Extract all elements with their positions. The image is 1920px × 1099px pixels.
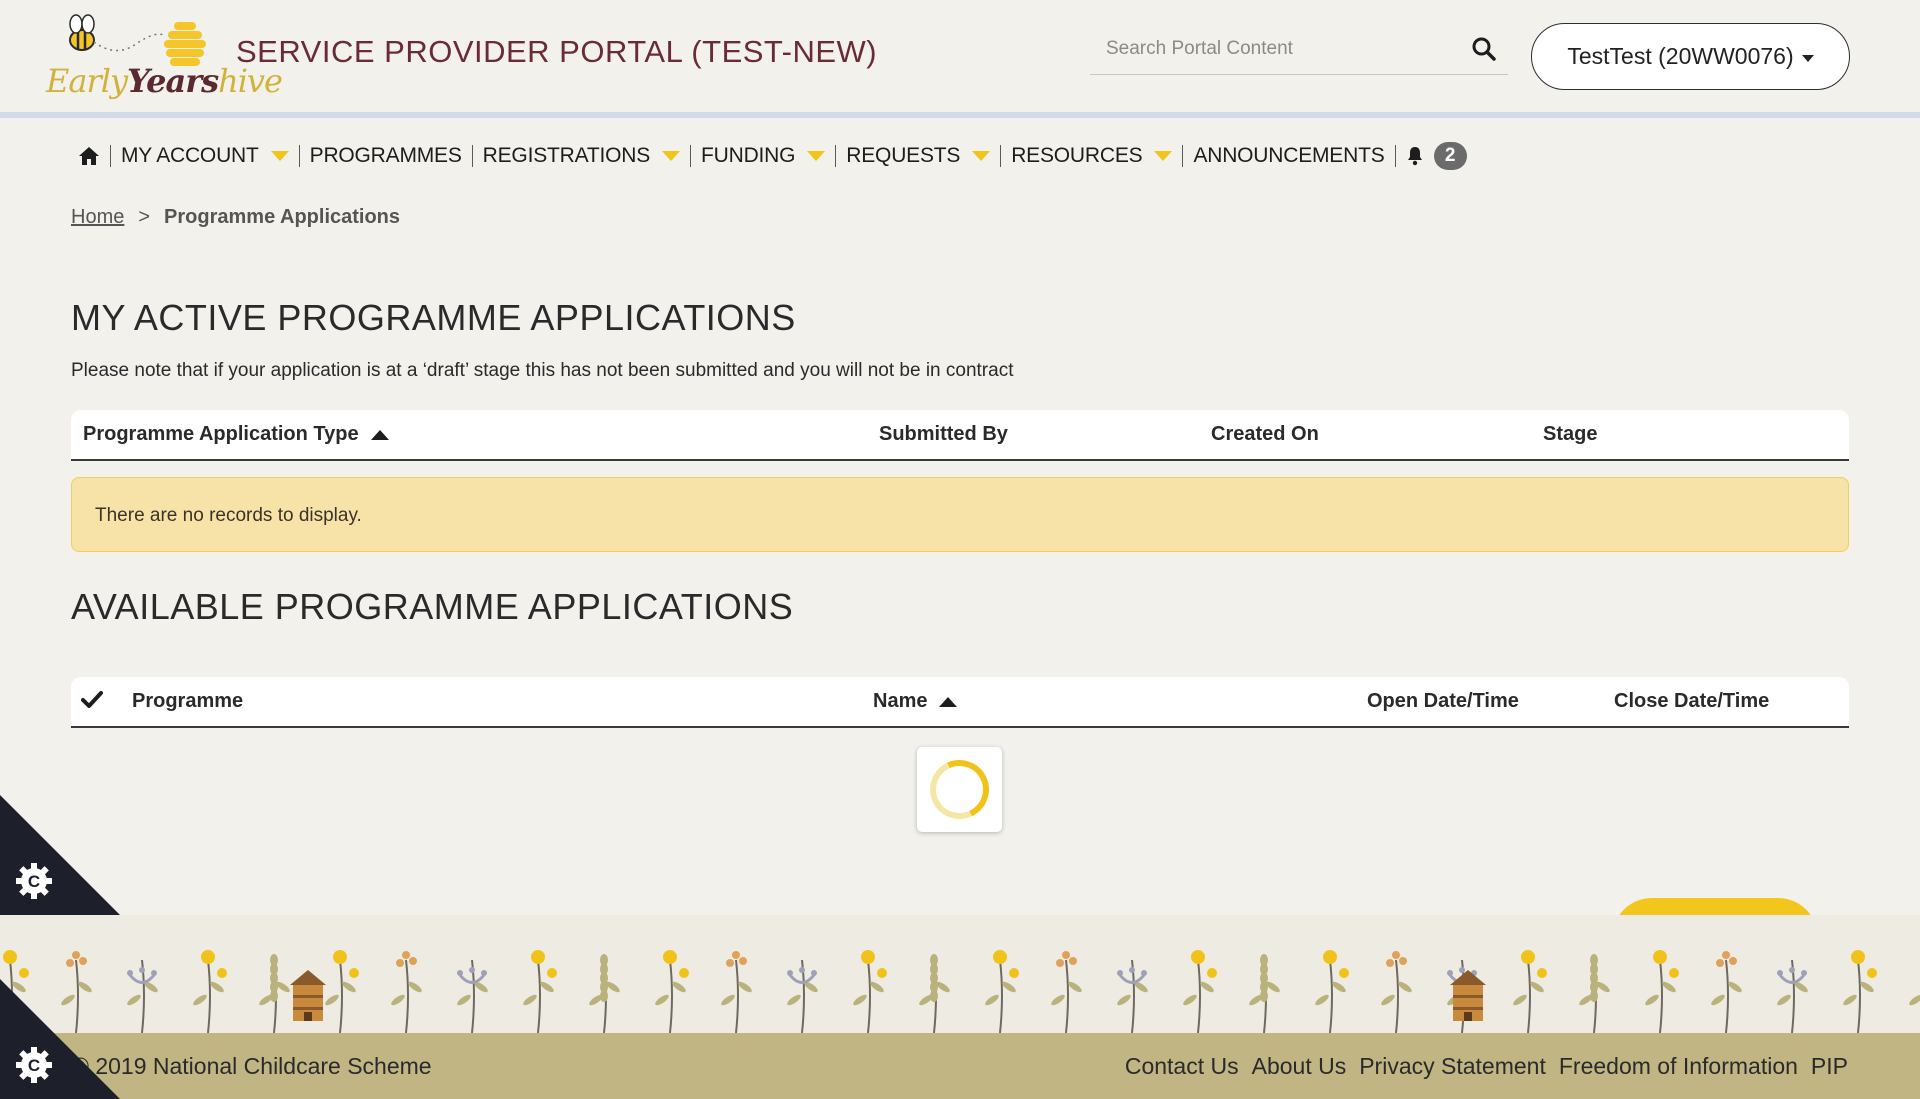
nav-funding[interactable]: FUNDING (691, 144, 835, 168)
column-header-close-date-time[interactable]: Close Date/Time (1614, 690, 1769, 713)
sort-ascending-icon (370, 429, 389, 440)
nav-programmes[interactable]: PROGRAMMES (300, 144, 472, 168)
nav-label: ANNOUNCEMENTS (1193, 144, 1385, 167)
column-header-label: Submitted By (879, 423, 1008, 445)
column-header-open-date-time[interactable]: Open Date/Time (1367, 690, 1519, 713)
column-header-label: Close Date/Time (1614, 690, 1770, 712)
nav-label: MY ACCOUNT (121, 144, 259, 167)
nav-home[interactable] (76, 146, 110, 166)
cookie-settings-icon[interactable]: C (14, 861, 54, 901)
chevron-down-icon (1154, 151, 1173, 161)
loading-spinner (917, 747, 1002, 832)
breadcrumb-home-link[interactable]: Home (71, 206, 124, 229)
nav-resources[interactable]: RESOURCES (1001, 144, 1182, 168)
chevron-down-icon (662, 151, 681, 161)
meadow-pattern-icon (0, 950, 1920, 1033)
draft-stage-note: Please note that if your application is … (71, 360, 1014, 381)
nav-label: REGISTRATIONS (482, 144, 651, 167)
search-input[interactable] (1090, 26, 1450, 72)
column-header-label: Open Date/Time (1367, 690, 1519, 712)
empty-records-message: There are no records to display. (71, 477, 1849, 552)
column-header-stage[interactable]: Stage (1543, 423, 1597, 446)
copyright-text: © 2019 National Childcare Scheme (72, 1053, 432, 1079)
site-footer: © 2019 National Childcare Scheme Contact… (0, 1033, 1920, 1099)
footer-link-pip[interactable]: PIP (1811, 1053, 1848, 1080)
active-applications-table-header: Programme Application Type Submitted By … (71, 410, 1849, 461)
nav-my-account[interactable]: MY ACCOUNT (111, 144, 299, 168)
nav-label: PROGRAMMES (309, 144, 462, 167)
active-applications-title: MY ACTIVE PROGRAMME APPLICATIONS (71, 297, 796, 338)
column-header-label: Created On (1211, 423, 1319, 445)
chevron-down-icon (972, 151, 991, 161)
footer-meadow-illustration (0, 915, 1920, 1033)
column-header-created-on[interactable]: Created On (1211, 423, 1319, 446)
available-applications-title: AVAILABLE PROGRAMME APPLICATIONS (71, 586, 794, 627)
user-account-dropdown[interactable]: TestTest (20WW0076) (1531, 23, 1850, 90)
svg-text:C: C (28, 872, 40, 891)
nav-requests[interactable]: REQUESTS (836, 144, 1000, 168)
nav-registrations[interactable]: REGISTRATIONS (473, 144, 690, 168)
main-nav: MY ACCOUNT PROGRAMMES REGISTRATIONS FUND… (76, 138, 1477, 174)
chevron-down-icon (807, 151, 826, 161)
available-applications-table-header: Programme Name Open Date/Time Close Date… (71, 677, 1849, 728)
breadcrumb-separator: > (138, 206, 151, 228)
cookie-settings-corner: C (0, 795, 120, 915)
footer-link-contact-us[interactable]: Contact Us (1125, 1053, 1239, 1080)
column-header-label: Programme (132, 690, 244, 712)
breadcrumb: Home > Programme Applications (71, 206, 400, 229)
bee-hive-icon (69, 14, 206, 66)
checkmark-icon (81, 691, 103, 708)
column-header-name[interactable]: Name (873, 690, 958, 713)
column-header-label: Programme Application Type (83, 423, 359, 445)
select-all-checkbox[interactable] (81, 690, 103, 710)
nav-notifications[interactable]: 2 (1396, 142, 1477, 170)
column-header-label: Stage (1543, 423, 1598, 445)
bell-icon (1407, 147, 1422, 166)
column-header-programme[interactable]: Programme (132, 690, 243, 713)
footer-links: Contact Us About Us Privacy Statement Fr… (1125, 1053, 1848, 1080)
nav-label: FUNDING (701, 144, 796, 167)
column-header-programme-application-type[interactable]: Programme Application Type (83, 423, 389, 446)
spinner-icon (921, 751, 998, 828)
site-header: EarlyYearshive SERVICE PROVIDER PORTAL (… (0, 0, 1920, 112)
header-divider (0, 112, 1920, 118)
cookie-settings-icon[interactable]: C (14, 1045, 54, 1085)
early-years-hive-logo[interactable]: EarlyYearshive (46, 10, 283, 102)
sort-ascending-icon (939, 696, 958, 707)
search-button[interactable] (1468, 34, 1500, 66)
footer-link-privacy-statement[interactable]: Privacy Statement (1359, 1053, 1546, 1080)
nav-label: REQUESTS (846, 144, 961, 167)
notification-count-badge: 2 (1433, 142, 1467, 170)
footer-link-freedom-of-information[interactable]: Freedom of Information (1559, 1053, 1798, 1080)
user-account-label: TestTest (20WW0076) (1567, 43, 1794, 69)
cookie-settings-corner: C (0, 979, 120, 1099)
column-header-label: Name (873, 690, 928, 712)
breadcrumb-current: Programme Applications (164, 206, 401, 228)
footer-link-about-us[interactable]: About Us (1252, 1053, 1347, 1080)
search-bar (1090, 26, 1508, 75)
portal-title: SERVICE PROVIDER PORTAL (TEST-NEW) (236, 34, 878, 69)
nav-announcements[interactable]: ANNOUNCEMENTS (1183, 144, 1394, 168)
home-icon (79, 147, 99, 165)
column-header-submitted-by[interactable]: Submitted By (879, 423, 1008, 446)
search-icon (1472, 37, 1496, 61)
svg-text:C: C (28, 1056, 40, 1075)
nav-label: RESOURCES (1011, 144, 1143, 167)
chevron-down-icon (270, 151, 289, 161)
chevron-down-icon (1801, 55, 1814, 62)
